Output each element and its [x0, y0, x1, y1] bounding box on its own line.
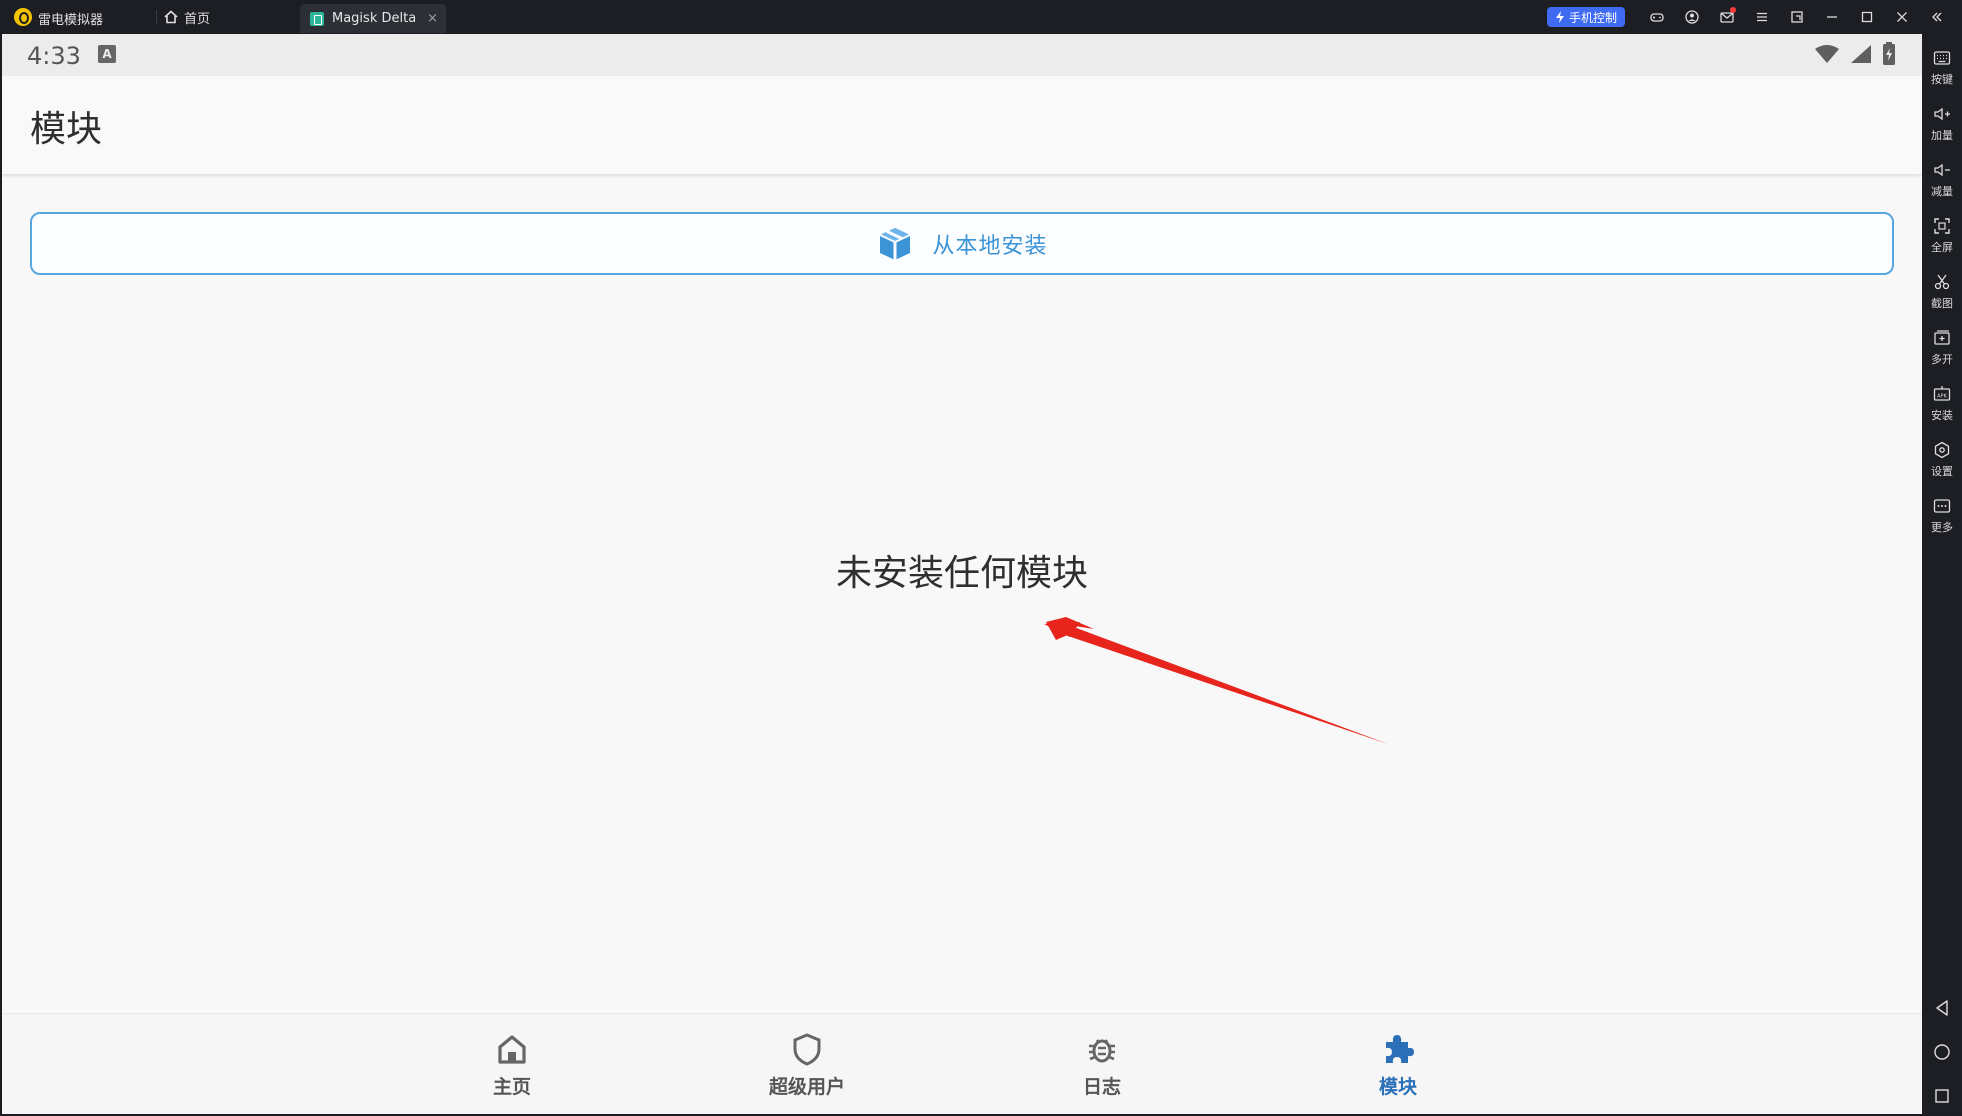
status-time: 4:33: [27, 42, 81, 70]
lightning-icon: [1555, 11, 1564, 23]
nav-item-label: 模块: [1378, 1076, 1417, 1098]
mail-icon[interactable]: [1709, 0, 1744, 34]
nav-item-label: 主页: [492, 1076, 531, 1098]
page-title: 模块: [30, 109, 103, 150]
side-volume-down-button[interactable]: 减量: [1922, 152, 1962, 208]
side-more-button[interactable]: 更多: [1922, 488, 1962, 544]
side-nav-recents[interactable]: [1922, 1076, 1962, 1116]
magisk-app-icon: [310, 11, 324, 26]
notification-a-icon: A: [98, 45, 116, 63]
multi-instance-icon: [1934, 330, 1950, 345]
home-tab-icon: [164, 10, 178, 24]
close-icon[interactable]: [1884, 0, 1919, 34]
minimize-icon[interactable]: [1814, 0, 1849, 34]
emulator-titlebar: 雷电模拟器 首页 Magisk Delta × 手机控制: [0, 0, 1962, 34]
side-label: 按键: [1931, 73, 1953, 86]
nav-item-label: 超级用户: [768, 1076, 845, 1098]
side-settings-button[interactable]: 设置: [1922, 432, 1962, 488]
titlebar-controls: 手机控制: [1546, 0, 1954, 34]
volume-up-icon: [1934, 107, 1950, 121]
side-label: 截图: [1931, 297, 1953, 310]
bug-icon: [1089, 1039, 1115, 1063]
collapse-icon[interactable]: [1919, 0, 1954, 34]
side-install-apk-button[interactable]: APK 安装: [1922, 376, 1962, 432]
signal-icon: [1851, 45, 1871, 63]
phone-control-label: 手机控制: [1568, 10, 1617, 25]
phone-control-button[interactable]: 手机控制: [1546, 7, 1625, 27]
shield-icon: [793, 1033, 821, 1066]
titlebar-divider: [156, 10, 157, 24]
nav-item-logs[interactable]: 日志: [1032, 1014, 1172, 1115]
android-screen: 4:33 A 模块 从本地安装 未安装任何模块 主页 超级用户 日志 模块: [2, 34, 1922, 1114]
recents-icon: [1935, 1089, 1949, 1103]
apk-install-icon: APK: [1933, 386, 1951, 401]
bottom-navigation: 主页 超级用户 日志 模块: [2, 1013, 1922, 1114]
mail-badge: [1730, 7, 1736, 13]
restore-icon[interactable]: [1779, 0, 1814, 34]
side-volume-up-button[interactable]: 加量: [1922, 96, 1962, 152]
install-button-label: 从本地安装: [932, 233, 1048, 259]
home-circle-icon: [1934, 1044, 1950, 1060]
menu-icon[interactable]: [1744, 0, 1779, 34]
status-bar: 4:33 A: [2, 34, 1922, 76]
side-label: 全屏: [1931, 241, 1953, 254]
emulator-app-name: 雷电模拟器: [38, 13, 104, 28]
more-icon: [1933, 499, 1951, 513]
nav-item-home[interactable]: 主页: [442, 1014, 582, 1115]
side-label: 减量: [1931, 185, 1953, 198]
emulator-side-toolbar: 按键 加量 减量 全屏 截图 多开 APK 安装 设置 更多: [1922, 34, 1962, 1114]
home-icon: [498, 1035, 526, 1064]
side-fullscreen-button[interactable]: 全屏: [1922, 208, 1962, 264]
side-label: 安装: [1931, 409, 1953, 422]
nav-item-modules[interactable]: 模块: [1328, 1014, 1468, 1115]
side-label: 设置: [1931, 465, 1953, 478]
back-icon: [1936, 1000, 1948, 1016]
tab-close-icon[interactable]: ×: [427, 11, 438, 26]
side-label: 多开: [1931, 353, 1953, 366]
svg-text:APK: APK: [1937, 394, 1947, 400]
battery-icon: [1883, 42, 1895, 65]
side-nav-home[interactable]: [1922, 1032, 1962, 1072]
fullscreen-icon: [1934, 218, 1950, 234]
tab-home[interactable]: 首页: [164, 6, 210, 28]
side-label: 更多: [1931, 521, 1953, 534]
side-label: 加量: [1931, 129, 1953, 142]
side-screenshot-button[interactable]: 截图: [1922, 264, 1962, 320]
emulator-logo-icon: [14, 8, 32, 26]
tab-home-label: 首页: [184, 11, 211, 27]
side-keymap-button[interactable]: 按键: [1922, 40, 1962, 96]
puzzle-icon: [1386, 1035, 1414, 1063]
side-nav-back[interactable]: [1922, 988, 1962, 1028]
volume-down-icon: [1934, 163, 1950, 177]
tab-magisk-delta[interactable]: Magisk Delta ×: [300, 4, 446, 33]
tab-magisk-delta-label: Magisk Delta: [332, 11, 417, 26]
nav-item-label: 日志: [1082, 1076, 1121, 1098]
nav-item-superuser[interactable]: 超级用户: [737, 1014, 877, 1115]
status-icons: [1814, 42, 1896, 66]
side-multi-instance-button[interactable]: 多开: [1922, 320, 1962, 376]
install-from-local-button[interactable]: 从本地安装: [30, 212, 1894, 275]
wifi-icon: [1815, 45, 1839, 63]
app-bar: 模块: [2, 76, 1922, 174]
gamepad-icon[interactable]: [1639, 0, 1674, 34]
package-icon: [880, 227, 911, 260]
scissors-icon: [1934, 274, 1950, 290]
keyboard-icon: [1933, 51, 1951, 65]
user-icon[interactable]: [1674, 0, 1709, 34]
settings-icon: [1934, 441, 1950, 459]
empty-state-text: 未安装任何模块: [835, 553, 1088, 594]
maximize-icon[interactable]: [1849, 0, 1884, 34]
